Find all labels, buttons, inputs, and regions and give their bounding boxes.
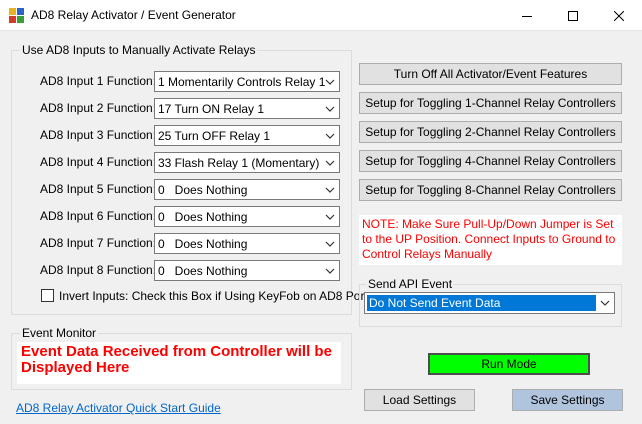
- input-3-function-value: 25 Turn OFF Relay 1: [158, 129, 271, 143]
- save-settings-button[interactable]: Save Settings: [512, 389, 623, 411]
- toggle-4-channel-button[interactable]: Setup for Toggling 4-Channel Relay Contr…: [359, 150, 622, 172]
- input-5-label: AD8 Input 5 Function:: [40, 182, 157, 196]
- api-event-selected-value: Do Not Send Event Data: [367, 295, 596, 311]
- chevron-down-icon: [325, 214, 335, 220]
- input-5-function-value: 0 Does Nothing: [158, 183, 248, 197]
- close-button[interactable]: [596, 0, 642, 31]
- input-8-function-select[interactable]: 0 Does Nothing: [154, 260, 340, 281]
- api-event-group-title: Send API Event: [366, 277, 455, 291]
- grid-app-icon: [9, 8, 24, 23]
- toggle-1-channel-button[interactable]: Setup for Toggling 1-Channel Relay Contr…: [359, 92, 622, 114]
- input-7-function-value: 0 Does Nothing: [158, 237, 248, 251]
- input-5-function-select[interactable]: 0 Does Nothing: [154, 179, 340, 200]
- invert-inputs-label[interactable]: Invert Inputs: Check this Box if Using K…: [59, 289, 368, 303]
- toggle-8-channel-button[interactable]: Setup for Toggling 8-Channel Relay Contr…: [359, 179, 622, 201]
- input-4-label: AD8 Input 4 Function:: [40, 155, 157, 169]
- minimize-button[interactable]: [504, 0, 550, 31]
- jumper-note: NOTE: Make Sure Pull-Up/Down Jumper is S…: [359, 215, 622, 265]
- chevron-down-icon: [325, 268, 335, 274]
- chevron-down-icon: [325, 160, 335, 166]
- quick-start-guide-link[interactable]: AD8 Relay Activator Quick Start Guide: [16, 401, 221, 415]
- input-2-function-select[interactable]: 17 Turn ON Relay 1: [154, 98, 340, 119]
- chevron-down-icon: [325, 133, 335, 139]
- input-6-function-value: 0 Does Nothing: [158, 210, 248, 224]
- chevron-down-icon: [325, 106, 335, 112]
- maximize-button[interactable]: [550, 0, 596, 31]
- close-icon: [614, 10, 624, 21]
- input-4-function-value: 33 Flash Relay 1 (Momentary): [158, 156, 320, 170]
- toggle-2-channel-button[interactable]: Setup for Toggling 2-Channel Relay Contr…: [359, 121, 622, 143]
- minimize-icon: [522, 15, 532, 17]
- input-1-function-value: 1 Momentarily Controls Relay 1: [158, 75, 326, 89]
- chevron-down-icon: [325, 187, 335, 193]
- input-4-function-select[interactable]: 33 Flash Relay 1 (Momentary): [154, 152, 340, 173]
- turn-off-all-button[interactable]: Turn Off All Activator/Event Features: [359, 63, 622, 85]
- input-2-label: AD8 Input 2 Function:: [40, 101, 157, 115]
- input-1-label: AD8 Input 1 Function:: [40, 74, 157, 88]
- input-6-label: AD8 Input 6 Function:: [40, 209, 157, 223]
- api-event-select[interactable]: Do Not Send Event Data: [364, 292, 615, 314]
- input-3-label: AD8 Input 3 Function:: [40, 128, 157, 142]
- input-7-function-select[interactable]: 0 Does Nothing: [154, 233, 340, 254]
- input-8-label: AD8 Input 8 Function:: [40, 263, 157, 277]
- maximize-icon: [568, 10, 578, 21]
- title-bar: AD8 Relay Activator / Event Generator: [0, 0, 642, 31]
- input-8-function-value: 0 Does Nothing: [158, 264, 248, 278]
- input-3-function-select[interactable]: 25 Turn OFF Relay 1: [154, 125, 340, 146]
- input-6-function-select[interactable]: 0 Does Nothing: [154, 206, 340, 227]
- load-settings-button[interactable]: Load Settings: [364, 389, 475, 411]
- event-monitor-title: Event Monitor: [20, 326, 99, 340]
- chevron-down-icon: [325, 241, 335, 247]
- input-2-function-value: 17 Turn ON Relay 1: [158, 102, 265, 116]
- input-1-function-select[interactable]: 1 Momentarily Controls Relay 1: [154, 71, 340, 92]
- event-data-display: Event Data Received from Controller will…: [17, 342, 341, 384]
- invert-inputs-checkbox[interactable]: [41, 289, 54, 302]
- run-mode-button[interactable]: Run Mode: [428, 353, 590, 375]
- chevron-down-icon: [325, 79, 335, 85]
- input-7-label: AD8 Input 7 Function:: [40, 236, 157, 250]
- inputs-group-title: Use AD8 Inputs to Manually Activate Rela…: [20, 43, 258, 57]
- window-title: AD8 Relay Activator / Event Generator: [31, 8, 236, 22]
- chevron-down-icon: [600, 300, 610, 306]
